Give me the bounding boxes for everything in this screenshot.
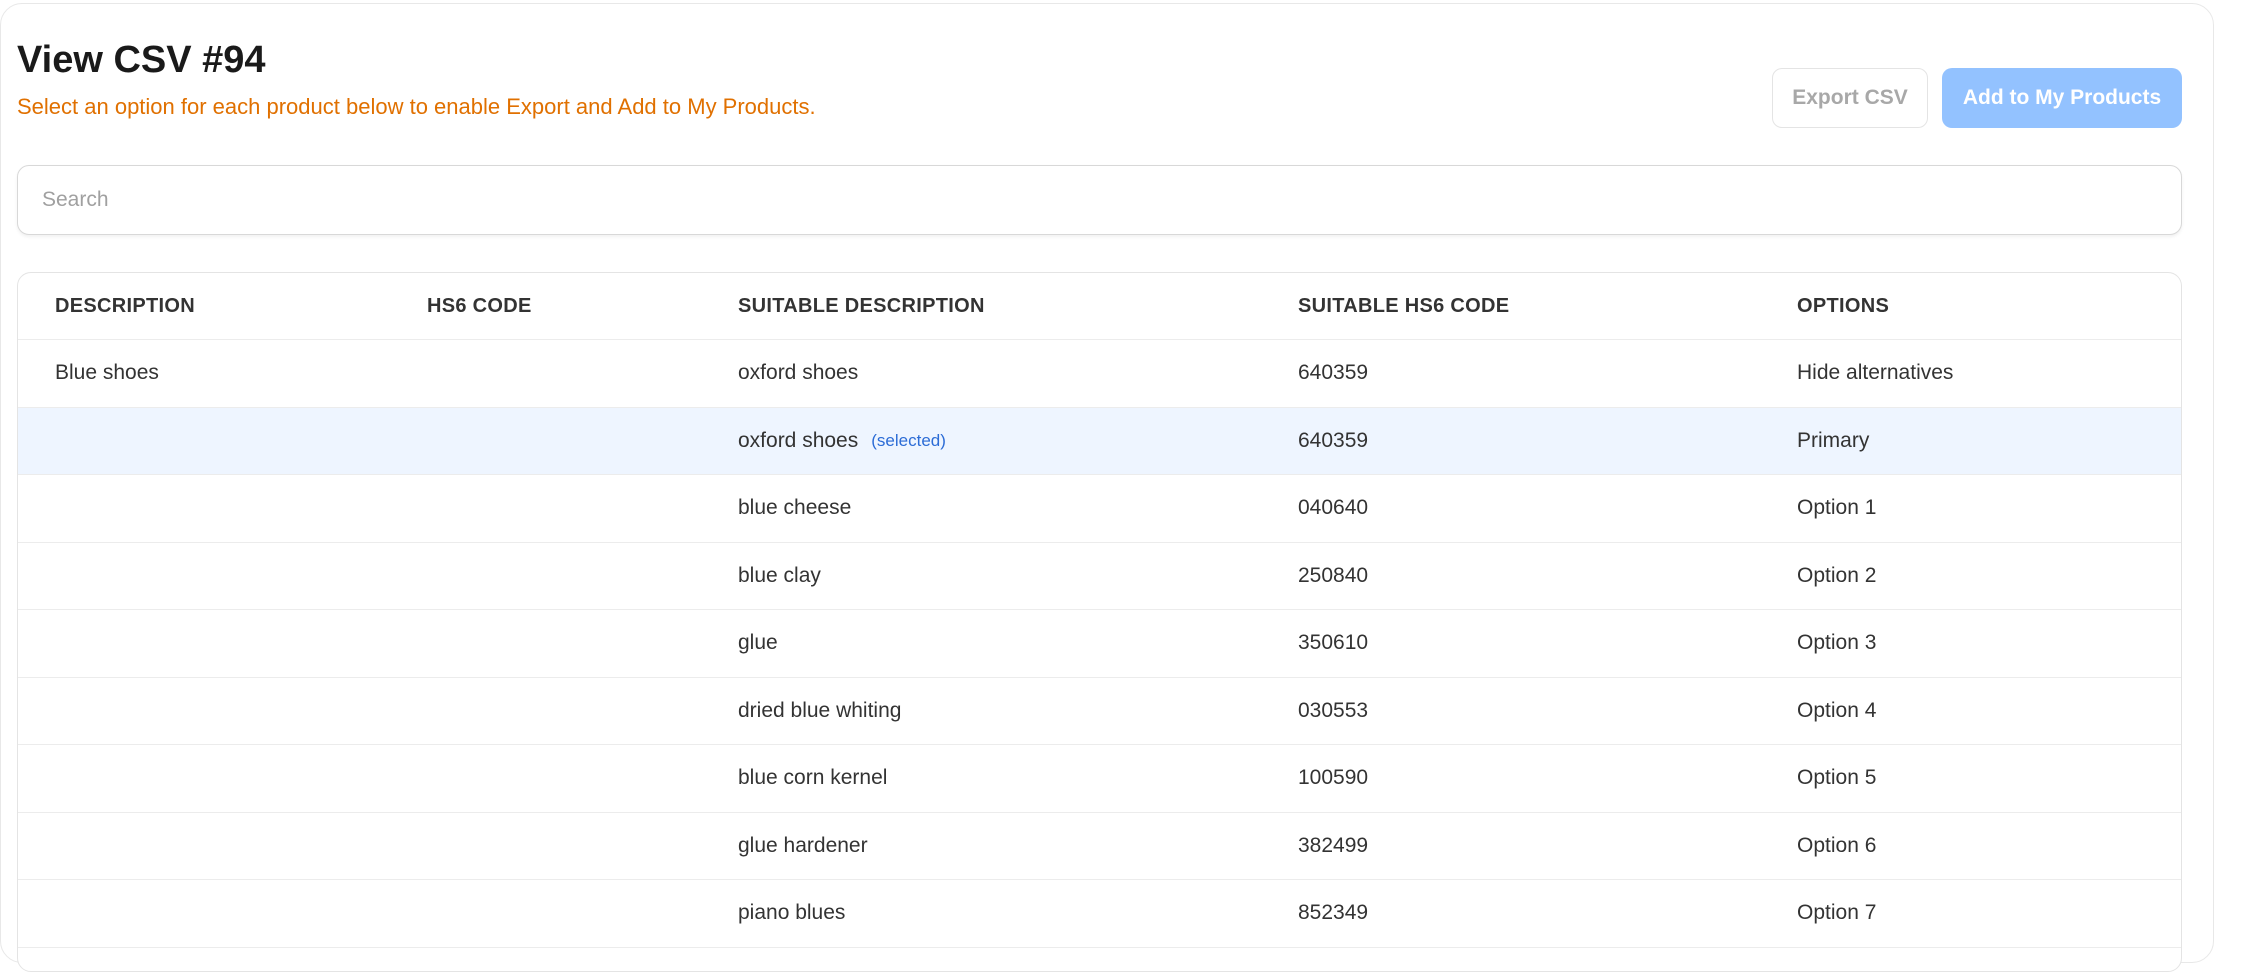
page-title: View CSV #94: [17, 39, 266, 81]
option-label[interactable]: Option 7: [1797, 880, 1876, 947]
table-row[interactable]: blue corn kernel 100590 Option 5: [18, 745, 2181, 813]
table-row[interactable]: Blue shoes oxford shoes 640359 Hide alte…: [18, 340, 2181, 408]
table-row-selected[interactable]: oxford shoes (selected) 640359 Primary: [18, 407, 2181, 475]
column-header-hs6-code[interactable]: HS6 CODE: [427, 273, 532, 339]
table-row[interactable]: glue 350610 Option 3: [18, 610, 2181, 678]
table-row[interactable]: blue clay 250840 Option 2: [18, 543, 2181, 610]
suitable-hs6-code-cell: 852349: [1298, 901, 1369, 925]
suitable-description-cell: blue cheese: [738, 475, 851, 542]
suitable-description-text: piano blues: [738, 901, 846, 925]
selected-badge: (selected): [871, 430, 946, 450]
suitable-description-text: oxford shoes: [738, 428, 859, 452]
suitable-description-cell: dried blue whiting: [738, 678, 901, 745]
description-cell: Blue shoes: [55, 361, 159, 385]
suitable-description-cell: oxford shoes (selected): [738, 408, 946, 475]
suitable-hs6-code-cell: 100590: [1298, 766, 1369, 790]
hide-alternatives-toggle[interactable]: Hide alternatives: [1797, 340, 1953, 407]
column-header-suitable-hs6-code[interactable]: SUITABLE HS6 CODE: [1298, 273, 1509, 339]
option-label[interactable]: Option 1: [1797, 475, 1876, 542]
option-label[interactable]: Option 2: [1797, 543, 1876, 610]
suitable-hs6-code-cell: 040640: [1298, 496, 1369, 520]
table-row[interactable]: glue hardener 382499 Option 6: [18, 813, 2181, 880]
search-input[interactable]: [17, 165, 2182, 235]
suitable-hs6-code-cell: 350610: [1298, 631, 1369, 655]
suitable-description-cell: glue: [738, 610, 778, 677]
column-header-options[interactable]: OPTIONS: [1797, 273, 1889, 339]
option-label[interactable]: Primary: [1797, 408, 1869, 475]
suitable-hs6-code-cell: 030553: [1298, 698, 1369, 722]
suitable-description-text: glue hardener: [738, 833, 868, 857]
suitable-hs6-code-cell: 640359: [1298, 361, 1369, 385]
table-row[interactable]: piano blues 852349 Option 7: [18, 880, 2181, 948]
csv-view-panel: View CSV #94 Select an option for each p…: [0, 3, 2214, 972]
suitable-description-text: glue: [738, 631, 778, 655]
suitable-description-cell: glue hardener: [738, 813, 868, 880]
table-row[interactable]: blue cheese 040640 Option 1: [18, 475, 2181, 543]
table-header-row: DESCRIPTION HS6 CODE SUITABLE DESCRIPTIO…: [18, 273, 2181, 340]
option-label[interactable]: Option 4: [1797, 678, 1876, 745]
suitable-description-text: blue cheese: [738, 496, 852, 520]
suitable-hs6-code-cell: 640359: [1298, 428, 1369, 452]
suitable-description-cell: blue corn kernel: [738, 745, 887, 812]
suitable-hs6-code-cell: 250840: [1298, 563, 1369, 587]
option-label[interactable]: Option 3: [1797, 610, 1876, 677]
export-csv-button[interactable]: Export CSV: [1772, 68, 1928, 128]
suitable-description-text: dried blue whiting: [738, 698, 902, 722]
column-header-description[interactable]: DESCRIPTION: [55, 273, 195, 339]
table-row[interactable]: dried blue whiting 030553 Option 4: [18, 678, 2181, 745]
suitable-description-text: blue corn kernel: [738, 766, 888, 790]
suitable-description-cell: blue clay: [738, 543, 821, 610]
suitable-description-cell: oxford shoes: [738, 340, 858, 407]
option-label[interactable]: Option 5: [1797, 745, 1876, 812]
suitable-description-cell: piano blues: [738, 880, 845, 947]
suitable-hs6-code-cell: 382499: [1298, 833, 1369, 857]
suitable-description-text: blue clay: [738, 563, 821, 587]
products-table: DESCRIPTION HS6 CODE SUITABLE DESCRIPTIO…: [17, 272, 2182, 972]
suitable-description-text: oxford shoes: [738, 361, 859, 385]
column-header-suitable-description[interactable]: SUITABLE DESCRIPTION: [738, 273, 985, 339]
option-label[interactable]: Option 6: [1797, 813, 1876, 880]
page-subtitle: Select an option for each product below …: [17, 94, 816, 119]
add-to-my-products-button[interactable]: Add to My Products: [1942, 68, 2182, 128]
